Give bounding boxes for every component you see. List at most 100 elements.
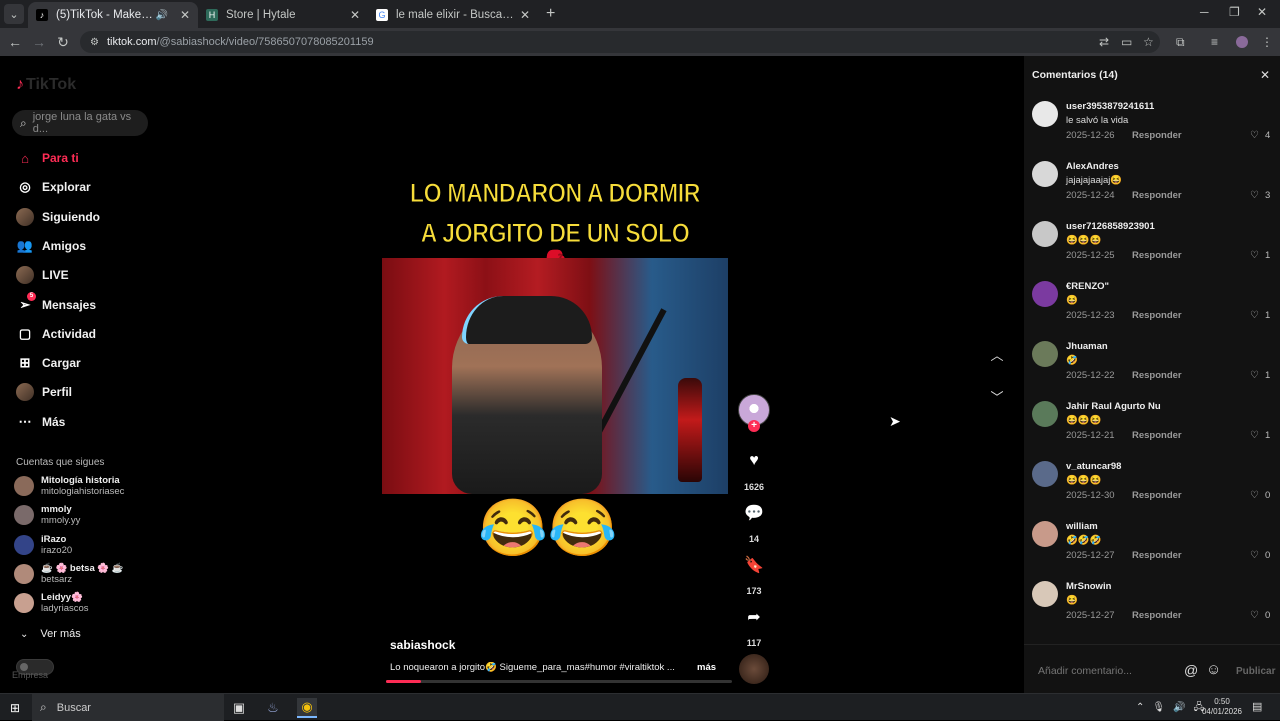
avatar[interactable] [1032, 581, 1058, 607]
footer-link[interactable]: Empresa [12, 670, 48, 680]
reply-button[interactable]: Responder [1132, 370, 1182, 381]
browser-tab[interactable]: ♪ (5)TikTok - Make Your Day🔊 ✕ [28, 2, 198, 28]
nav-item-actividad[interactable]: ▢ Actividad [16, 325, 96, 343]
reply-button[interactable]: Responder [1132, 490, 1182, 501]
nav-item-live[interactable]: LIVE [16, 266, 69, 285]
follow-plus-icon[interactable]: + [748, 420, 760, 432]
avatar[interactable] [1032, 401, 1058, 427]
comment-user[interactable]: €RENZO" [1066, 281, 1109, 292]
nav-item-cargar[interactable]: ⊞ Cargar [16, 354, 81, 372]
steam-icon[interactable]: ♨ [263, 698, 283, 718]
address-bar[interactable]: ⚙ tiktok.com/@sabiashock/video/758650707… [80, 31, 1160, 53]
tab-close-icon[interactable]: ✕ [520, 8, 530, 22]
comment-user[interactable]: user3953879241611 [1066, 101, 1154, 112]
following-account[interactable]: mmoly mmoly.yy [14, 504, 80, 526]
avatar[interactable] [1032, 281, 1058, 307]
comment-user[interactable]: Jahir Raul Agurto Nu [1066, 401, 1161, 412]
following-account[interactable]: Leidyy🌸 ladyriascos [14, 592, 89, 614]
task-view-icon[interactable]: ▣ [229, 698, 249, 718]
tab-close-icon[interactable]: ✕ [180, 8, 190, 22]
heart-icon[interactable]: ♡ [1250, 190, 1259, 201]
following-account[interactable]: iRazo irazo20 [14, 534, 72, 556]
nav-item-perfil[interactable]: Perfil [16, 383, 72, 402]
bookmark-icon[interactable]: 🔖 [741, 552, 767, 578]
comment-user[interactable]: william [1066, 521, 1098, 532]
forward-icon[interactable]: → [27, 34, 51, 50]
publish-button[interactable]: Publicar [1236, 666, 1275, 677]
video-player[interactable]: LO MANDARON A DORMIR A JORGITO DE UN SOL… [382, 160, 728, 556]
nav-item-mensajes[interactable]: ➢ 5 Mensajes [16, 291, 96, 314]
search-box[interactable]: ⌕ jorge luna la gata vs d... [12, 110, 148, 136]
tiktok-logo[interactable]: ♪ TikTok [16, 76, 76, 94]
reply-button[interactable]: Responder [1132, 250, 1182, 261]
avatar[interactable] [1032, 521, 1058, 547]
more-link[interactable]: más [697, 662, 716, 673]
music-disc-icon[interactable] [739, 654, 769, 684]
heart-icon[interactable]: ♡ [1250, 250, 1259, 261]
back-icon[interactable]: ← [3, 34, 27, 50]
avatar[interactable] [1032, 161, 1058, 187]
notification-icon[interactable]: ▤ [1252, 700, 1262, 713]
tab-search-icon[interactable]: ⌄ [4, 4, 24, 24]
avatar[interactable] [1032, 221, 1058, 247]
heart-icon[interactable]: ♡ [1250, 430, 1259, 441]
minimize-icon[interactable]: ─ [1200, 5, 1209, 19]
following-account[interactable]: Mitología historia mitologiahistoriasec [14, 475, 124, 497]
reply-button[interactable]: Responder [1132, 130, 1182, 141]
menu-icon[interactable]: ⋮ [1261, 35, 1273, 49]
video-progress-bar[interactable] [386, 680, 732, 683]
emoji-icon[interactable]: ☺ [1206, 661, 1221, 678]
reply-button[interactable]: Responder [1132, 310, 1182, 321]
following-account[interactable]: ☕ 🌸 betsa 🌸 ☕ betsarz [14, 563, 124, 585]
windows-start-icon[interactable]: ⊞ [10, 701, 20, 715]
reply-button[interactable]: Responder [1132, 550, 1182, 561]
cast-icon[interactable]: ▭ [1121, 35, 1132, 49]
heart-icon[interactable]: ♡ [1250, 490, 1259, 501]
nav-item-para-ti[interactable]: ⌂ Para ti [16, 149, 79, 167]
nav-item-más[interactable]: ⋯ Más [16, 413, 66, 431]
comment-user[interactable]: AlexAndres [1066, 161, 1119, 172]
avatar[interactable] [1032, 341, 1058, 367]
chevron-up-icon[interactable]: ︿ [987, 345, 1007, 365]
see-more-button[interactable]: ⌄ Ver más [20, 628, 81, 640]
heart-icon[interactable]: ♥ [741, 448, 767, 474]
nav-item-explorar[interactable]: ◎ Explorar [16, 178, 90, 196]
profile-avatar[interactable] [1236, 36, 1248, 48]
mention-icon[interactable]: @ [1184, 662, 1198, 678]
close-window-icon[interactable]: ✕ [1257, 5, 1267, 19]
translate-icon[interactable]: ⇄ [1099, 35, 1109, 49]
comment-user[interactable]: v_atuncar98 [1066, 461, 1121, 472]
tab-close-icon[interactable]: ✕ [350, 8, 360, 22]
reply-button[interactable]: Responder [1132, 430, 1182, 441]
reload-icon[interactable]: ↻ [51, 34, 75, 51]
heart-icon[interactable]: ♡ [1250, 310, 1259, 321]
video-author[interactable]: sabiashock [390, 638, 455, 652]
close-icon[interactable]: ✕ [1260, 68, 1270, 82]
media-controls-icon[interactable]: ≡ [1211, 35, 1218, 49]
heart-icon[interactable]: ♡ [1250, 130, 1259, 141]
heart-icon[interactable]: ♡ [1250, 550, 1259, 561]
nav-item-amigos[interactable]: 👥 Amigos [16, 237, 86, 255]
extensions-icon[interactable]: ⧉ [1176, 35, 1185, 50]
reply-button[interactable]: Responder [1132, 610, 1182, 621]
chrome-icon[interactable]: ◉ [297, 698, 317, 718]
heart-icon[interactable]: ♡ [1250, 370, 1259, 381]
share-icon[interactable]: ➦ [741, 604, 767, 630]
tab-audio-icon[interactable]: 🔊 [155, 10, 167, 21]
site-info-icon[interactable]: ⚙ [90, 37, 99, 48]
comment-icon[interactable]: 💬 [741, 500, 767, 526]
browser-tab[interactable]: Gle male elixir - Buscar con Goog ✕ [368, 2, 538, 28]
chevron-down-icon[interactable]: ﹀ [987, 387, 1007, 407]
comment-user[interactable]: MrSnowin [1066, 581, 1111, 592]
heart-icon[interactable]: ♡ [1250, 610, 1259, 621]
clock[interactable]: 0:50 04/01/2026 [1200, 697, 1244, 717]
taskbar-search[interactable]: ⌕ Buscar [32, 694, 224, 721]
bookmark-star-icon[interactable]: ☆ [1143, 35, 1154, 49]
restore-icon[interactable]: ❐ [1229, 5, 1240, 19]
avatar[interactable] [1032, 101, 1058, 127]
reply-button[interactable]: Responder [1132, 190, 1182, 201]
comment-user[interactable]: user7126858923901 [1066, 221, 1155, 232]
browser-tab[interactable]: H Store | Hytale ✕ [198, 2, 368, 28]
comment-user[interactable]: Jhuaman [1066, 341, 1108, 352]
nav-item-siguiendo[interactable]: Siguiendo [16, 207, 100, 226]
